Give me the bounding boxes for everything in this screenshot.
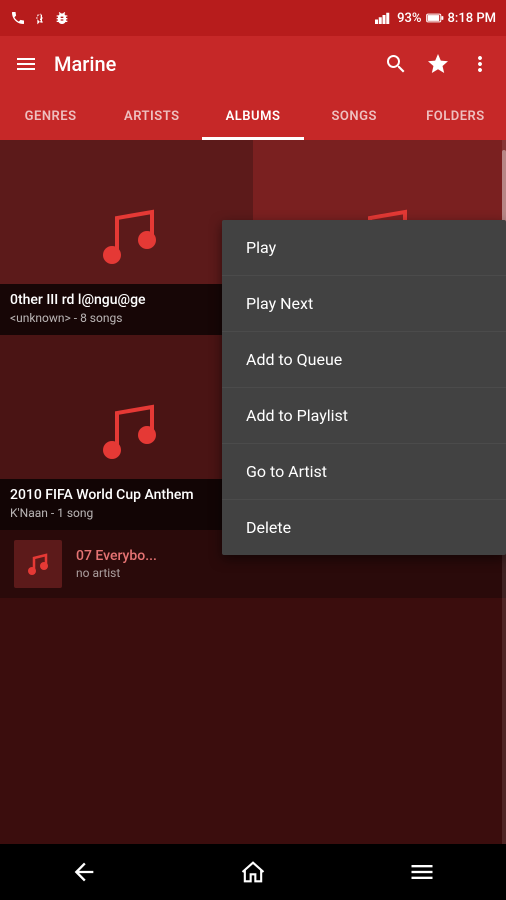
battery-percent: 93% [397,11,421,26]
battery-icon [426,10,444,26]
usb-icon [32,10,48,26]
context-menu-add-to-queue[interactable]: Add to Queue [222,332,506,388]
favorites-button[interactable] [426,52,450,76]
context-menu-overlay: Play Play Next Add to Queue Add to Playl… [0,140,506,844]
context-menu-play-next[interactable]: Play Next [222,276,506,332]
tab-folders[interactable]: FOLDERS [405,92,506,140]
app-title: Marine [54,52,368,76]
tab-genres[interactable]: GENRES [0,92,101,140]
context-menu-go-to-artist[interactable]: Go to Artist [222,444,506,500]
top-bar: Marine [0,36,506,92]
bug-icon [54,10,70,26]
signal-icon [375,10,393,26]
tab-albums[interactable]: ALBUMS [202,92,303,140]
phone-icon [10,10,26,26]
search-button[interactable] [384,52,408,76]
hamburger-menu-button[interactable] [14,52,38,76]
time-display: 8:18 PM [448,11,497,26]
content-area: 0ther III rd l@ngu@ge <unknown> - 8 song… [0,140,506,844]
tab-songs[interactable]: SONGS [304,92,405,140]
status-icons [10,10,70,26]
back-button[interactable] [70,858,98,886]
home-button[interactable] [239,858,267,886]
context-menu-play[interactable]: Play [222,220,506,276]
context-menu-delete[interactable]: Delete [222,500,506,555]
toolbar-icons [384,52,492,76]
bottom-nav [0,844,506,900]
context-menu-add-to-playlist[interactable]: Add to Playlist [222,388,506,444]
tab-artists[interactable]: ARTISTS [101,92,202,140]
status-info: 93% 8:18 PM [375,10,496,26]
status-bar: 93% 8:18 PM [0,0,506,36]
overflow-menu-button[interactable] [468,52,492,76]
menu-button[interactable] [408,858,436,886]
context-menu: Play Play Next Add to Queue Add to Playl… [222,220,506,555]
nav-tabs: GENRES ARTISTS ALBUMS SONGS FOLDERS [0,92,506,140]
